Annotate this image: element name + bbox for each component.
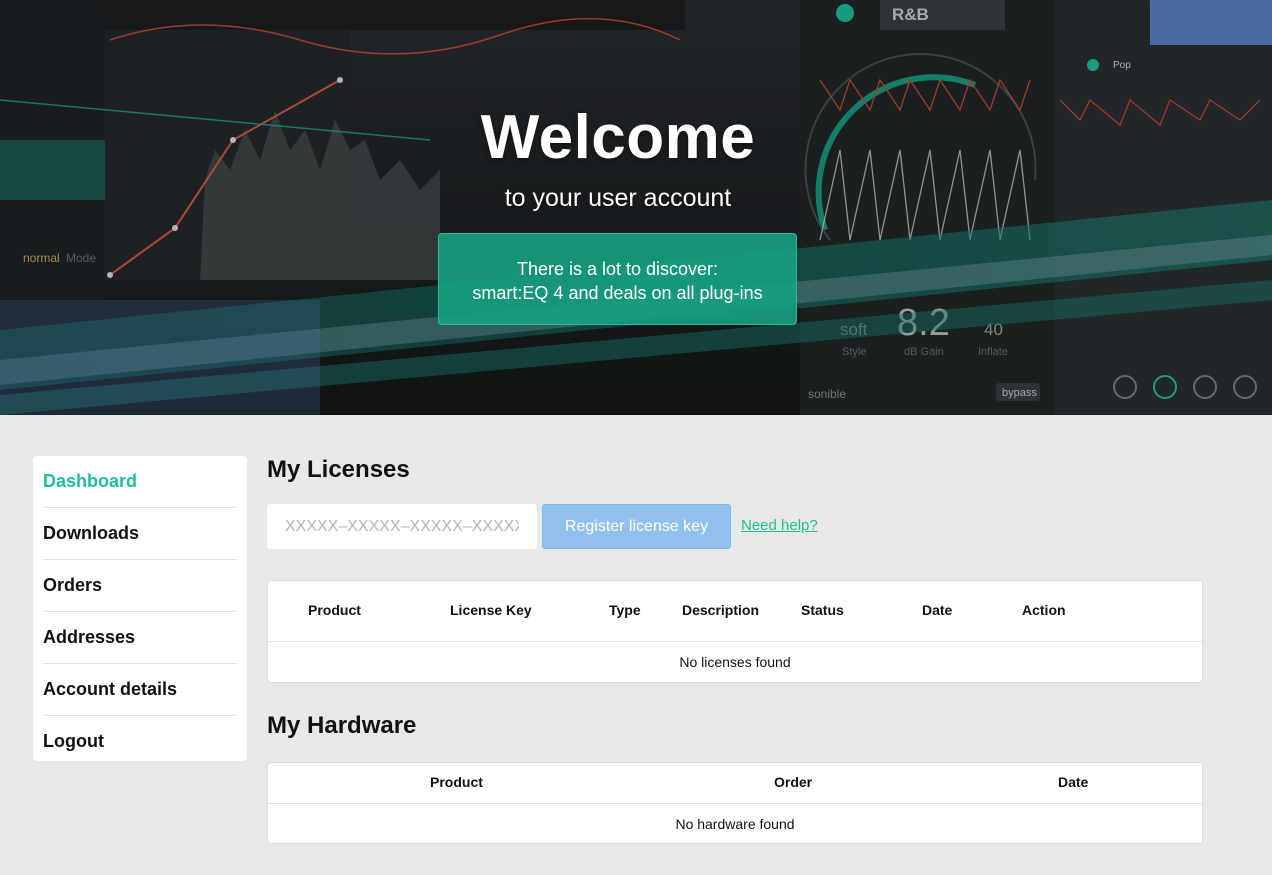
discover-button-line2: smart:EQ 4 and deals on all plug-ins: [472, 283, 763, 303]
column-header-product: Product: [308, 602, 361, 618]
licenses-table-header: Product License Key Type Description Sta…: [268, 581, 1202, 642]
sidebar-item-orders[interactable]: Orders: [43, 560, 237, 612]
need-help-link[interactable]: Need help?: [741, 517, 818, 534]
column-header-date: Date: [922, 602, 953, 618]
column-header-product: Product: [430, 774, 483, 790]
hero-subtitle: to your user account: [504, 184, 732, 212]
column-header-type: Type: [609, 602, 641, 618]
sidebar-item-logout[interactable]: Logout: [43, 716, 237, 767]
discover-button[interactable]: There is a lot to discover: smart:EQ 4 a…: [438, 233, 797, 325]
column-header-license-key: License Key: [450, 602, 532, 618]
register-license-button[interactable]: Register license key: [542, 504, 731, 549]
licenses-title: My Licenses: [267, 456, 410, 483]
discover-button-line1: There is a lot to discover:: [516, 259, 719, 279]
license-key-input[interactable]: [267, 504, 537, 549]
column-header-action: Action: [1022, 602, 1066, 618]
hardware-table-header: Product Order Date: [268, 763, 1202, 804]
hero-banner: R&B soft Style 8.2 dB Gain 40 Inflate so…: [0, 0, 1272, 415]
licenses-table: Product License Key Type Description Sta…: [267, 580, 1203, 683]
column-header-description: Description: [682, 602, 760, 618]
sidebar-item-addresses[interactable]: Addresses: [43, 612, 237, 664]
hardware-title: My Hardware: [267, 712, 417, 739]
hero-title: Welcome: [480, 103, 756, 172]
licenses-empty-message: No licenses found: [679, 654, 791, 670]
account-sidebar: Dashboard Downloads Orders Addresses Acc…: [33, 456, 247, 761]
hardware-table: Product Order Date No hardware found: [267, 762, 1203, 844]
column-header-date: Date: [1058, 774, 1089, 790]
sidebar-item-account-details[interactable]: Account details: [43, 664, 237, 716]
column-header-status: Status: [801, 602, 844, 618]
sidebar-item-downloads[interactable]: Downloads: [43, 508, 237, 560]
sidebar-item-dashboard[interactable]: Dashboard: [43, 456, 237, 508]
hardware-empty-message: No hardware found: [675, 816, 795, 832]
column-header-order: Order: [774, 774, 813, 790]
